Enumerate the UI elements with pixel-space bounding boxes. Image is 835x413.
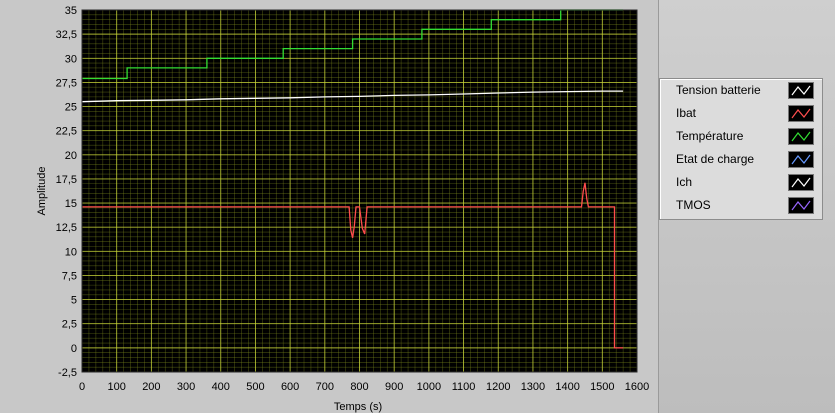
x-tick-label: 800	[350, 381, 368, 393]
grid	[81, 9, 638, 373]
legend-swatch[interactable]	[788, 82, 814, 99]
x-tick-label: 1600	[625, 381, 649, 393]
x-tick-label: 1300	[521, 381, 545, 393]
y-tick-label: 30	[65, 53, 77, 65]
legend-item[interactable]: Tension batterie	[660, 79, 822, 102]
y-axis-title: Amplitude	[36, 167, 48, 216]
y-tick-label: 0	[71, 343, 77, 355]
chart: 0 100 200 300 400 500 600 700 800 900 1000 1100 1200…	[36, 5, 649, 413]
y-tick-label: 22,5	[56, 126, 77, 138]
legend-label: Ich	[676, 175, 693, 189]
y-tick-label: 27,5	[56, 77, 77, 89]
y-tick-label: 2,5	[62, 319, 77, 331]
x-tick-label: 300	[177, 381, 195, 393]
legend-item[interactable]: Etat de charge	[660, 148, 822, 171]
x-tick-label: 200	[142, 381, 160, 393]
legend-label: Etat de charge	[676, 152, 755, 166]
legend-swatch[interactable]	[788, 105, 814, 122]
y-tick-label: 12,5	[56, 222, 77, 234]
legend-swatch[interactable]	[788, 128, 814, 145]
line-sample-icon	[791, 108, 811, 119]
x-tick-label: 1500	[590, 381, 614, 393]
legend-label: Ibat	[676, 106, 697, 120]
x-tick-label: 500	[246, 381, 264, 393]
legend-item[interactable]: TMOS	[660, 194, 822, 217]
line-sample-icon	[791, 85, 811, 96]
legend-item[interactable]: Ich	[660, 171, 822, 194]
line-sample-icon	[791, 200, 811, 211]
y-tick-label: 32,5	[56, 29, 77, 41]
y-tick-label: 10	[65, 246, 77, 258]
y-tick-label: 25	[65, 102, 77, 114]
x-tick-label: 400	[212, 381, 230, 393]
x-tick-label: 1000	[417, 381, 441, 393]
legend-label: Température	[676, 129, 744, 143]
y-tick-label: 20	[65, 150, 77, 162]
legend-label: TMOS	[676, 198, 711, 212]
y-axis: -2,5 0 2,5 5 7,5 10 12,5 15 17,5 20 22,5 25 27,5 30 32…	[56, 5, 77, 379]
legend-swatch[interactable]	[788, 174, 814, 191]
legend-swatch[interactable]	[788, 151, 814, 168]
x-axis-title: Temps (s)	[334, 401, 382, 413]
line-sample-icon	[791, 131, 811, 142]
x-tick-label: 0	[79, 381, 85, 393]
x-axis: 0 100 200 300 400 500 600 700 800 900 1000 1100 1200…	[79, 381, 649, 393]
plot-legend[interactable]: Tension batterie Ibat Température Etat de c…	[659, 78, 823, 220]
legend-label: Tension batterie	[676, 83, 761, 97]
legend-item[interactable]: Ibat	[660, 102, 822, 125]
x-tick-label: 700	[316, 381, 334, 393]
line-sample-icon	[791, 154, 811, 165]
y-tick-label: 7,5	[62, 270, 77, 282]
legend-item[interactable]: Température	[660, 125, 822, 148]
x-tick-label: 900	[385, 381, 403, 393]
y-tick-label: -2,5	[58, 367, 77, 379]
line-sample-icon	[791, 177, 811, 188]
chart-panel: 0 100 200 300 400 500 600 700 800 900 1000 1100 1200…	[0, 0, 658, 413]
y-tick-label: 17,5	[56, 174, 77, 186]
x-tick-label: 1100	[452, 381, 476, 393]
y-tick-label: 35	[65, 5, 77, 17]
y-tick-label: 5	[71, 295, 77, 307]
x-tick-label: 1200	[486, 381, 510, 393]
x-tick-label: 100	[108, 381, 126, 393]
legend-swatch[interactable]	[788, 197, 814, 214]
x-tick-label: 600	[281, 381, 299, 393]
x-tick-label: 1400	[555, 381, 579, 393]
y-tick-label: 15	[65, 198, 77, 210]
